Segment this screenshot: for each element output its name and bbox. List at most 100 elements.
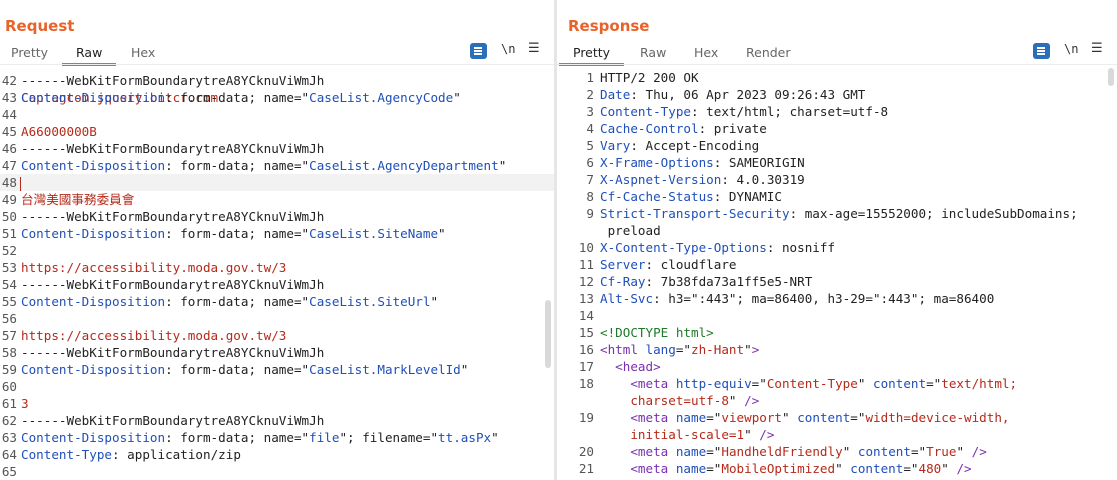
line-code: <head> — [600, 358, 661, 375]
line-number: 12 — [578, 274, 594, 289]
code-line: 46 ------WebKitFormBoundarytreA8YCknuViWm… — [0, 140, 554, 157]
code-token: : form-data; name=" — [165, 158, 310, 173]
line-code: A66000000B — [21, 123, 97, 140]
line-code: X-Frame-Options: SAMEORIGIN — [600, 154, 805, 171]
code-token: : h3=":443"; ma=86400, h3-29=":443"; ma=… — [653, 291, 995, 306]
line-number: 3 — [586, 104, 594, 119]
code-token: Content-Disposition — [21, 226, 166, 241]
line-code: Content-Disposition: form-data; name="Ca… — [21, 157, 506, 174]
code-line: 8 Cf-Cache-Status: DYNAMIC — [557, 188, 1117, 205]
code-line: 57 https://accessibility.moda.gov.tw/3 — [0, 327, 554, 344]
code-token: " — [941, 461, 957, 476]
code-token: Vary — [600, 138, 631, 153]
request-scrollbar[interactable] — [545, 300, 551, 368]
code-token: lang — [645, 342, 676, 357]
line-number: 11 — [578, 257, 594, 272]
code-line: 54 ------WebKitFormBoundarytreA8YCknuViWm… — [0, 276, 554, 293]
code-token: CaseList.SiteName — [309, 226, 439, 241]
code-token: 480 — [918, 461, 942, 476]
code-line: 64 Content-Type: application/zip — [0, 446, 554, 463]
line-code: Date: Thu, 06 Apr 2023 09:26:43 GMT — [600, 86, 865, 103]
code-token: =" — [903, 461, 919, 476]
code-token: X-Frame-Options — [600, 155, 714, 170]
code-token: initial-scale=1 — [630, 427, 745, 442]
line-number: 9 — [586, 206, 594, 221]
line-code: initial-scale=1" /> — [600, 426, 774, 443]
code-token: <meta — [630, 444, 676, 459]
line-number: 46 — [1, 141, 17, 156]
code-line: 4 Cache-Control: private — [557, 120, 1117, 137]
word-wrap-icon[interactable] — [1033, 43, 1050, 59]
code-line: 9 Strict-Transport-Security: max-age=1555… — [557, 205, 1117, 222]
menu-icon[interactable]: ☰ — [1091, 41, 1103, 56]
code-line: 20 <meta name="HandheldFriendly" content… — [557, 443, 1117, 460]
line-number: 18 — [578, 376, 594, 391]
line-code: <meta name="HandheldFriendly" content="T… — [600, 443, 986, 460]
code-token: : form-data; name=" — [165, 294, 310, 309]
code-token: > — [751, 342, 760, 357]
code-token: =" — [675, 342, 692, 357]
line-number: 48 — [1, 175, 17, 190]
line-code: ------WebKitFormBoundarytreA8YCknuViWmJh — [21, 344, 324, 361]
code-token: <head> — [615, 359, 661, 374]
line-code: Strict-Transport-Security: max-age=15552… — [600, 205, 1078, 222]
response-tab-raw[interactable]: Raw — [640, 44, 666, 64]
request-tab-raw[interactable]: Raw — [61, 44, 117, 66]
line-number: 7 — [586, 172, 594, 187]
code-token: "; filename=" — [339, 430, 439, 445]
code-token: " — [728, 393, 745, 408]
line-number: 42 — [1, 73, 17, 88]
line-code: charset=utf-8" /> — [600, 392, 759, 409]
code-token: Content-Disposition — [21, 430, 166, 445]
code-token: content — [850, 461, 904, 476]
line-number: 2 — [586, 87, 594, 102]
code-token: =" — [926, 376, 942, 391]
line-number: 10 — [578, 240, 594, 255]
line-code: https://accessibility.moda.gov.tw/3 — [21, 259, 286, 276]
line-number: 5 — [586, 138, 594, 153]
code-line: 12 Cf-Ray: 7b38fda73a1ff5e5-NRT — [557, 273, 1117, 290]
menu-icon[interactable]: ☰ — [528, 41, 540, 56]
line-number: 63 — [1, 430, 17, 445]
request-editor[interactable]: Captagcom.jquery.bitcr.com 42 ------WebKi… — [0, 64, 554, 480]
code-token: Content-Disposition — [21, 158, 166, 173]
line-number: 50 — [1, 209, 17, 224]
response-tab-hex[interactable]: Hex — [694, 44, 718, 64]
code-line: 61 3 — [0, 395, 554, 412]
line-number: 44 — [1, 107, 17, 122]
code-token: " — [835, 461, 851, 476]
line-number: 64 — [1, 447, 17, 462]
code-token: : DYNAMIC — [713, 189, 782, 204]
request-tab-pretty[interactable]: Pretty — [11, 44, 48, 64]
line-number: 56 — [1, 311, 17, 326]
line-number: 65 — [1, 464, 17, 479]
newline-toggle-icon[interactable]: \n — [501, 42, 515, 56]
response-scrollbar[interactable] — [1108, 68, 1114, 86]
line-number: 51 — [1, 226, 17, 241]
line-code: X-Aspnet-Version: 4.0.30319 — [600, 171, 805, 188]
response-tab-pretty[interactable]: Pretty — [558, 44, 625, 66]
code-line: 7 X-Aspnet-Version: 4.0.30319 — [557, 171, 1117, 188]
code-token: 3 — [21, 396, 29, 411]
code-line: 3 Content-Type: text/html; charset=utf-8 — [557, 103, 1117, 120]
code-token: file — [309, 430, 340, 445]
code-token: viewport — [721, 410, 783, 425]
code-token: " — [842, 444, 858, 459]
code-token: tt.asPx — [438, 430, 492, 445]
request-tab-hex[interactable]: Hex — [131, 44, 155, 64]
code-token: <meta — [630, 376, 676, 391]
word-wrap-icon[interactable] — [470, 43, 487, 59]
newline-toggle-icon[interactable]: \n — [1064, 42, 1078, 56]
line-number: 43 — [1, 90, 17, 105]
code-token: <!DOCTYPE html> — [600, 325, 714, 340]
response-tab-render[interactable]: Render — [746, 44, 791, 64]
code-token: https://accessibility.moda.gov.tw/3 — [21, 260, 287, 275]
response-editor[interactable]: 1 HTTP/2 200 OK 2 Date: Thu, 06 Apr 2023 09… — [557, 64, 1117, 480]
line-code: Server: cloudflare — [600, 256, 737, 273]
line-number: 61 — [1, 396, 17, 411]
line-number: 15 — [578, 325, 594, 340]
code-token: content — [873, 376, 927, 391]
line-number: 8 — [586, 189, 594, 204]
code-token: https://accessibility.moda.gov.tw/3 — [21, 328, 287, 343]
